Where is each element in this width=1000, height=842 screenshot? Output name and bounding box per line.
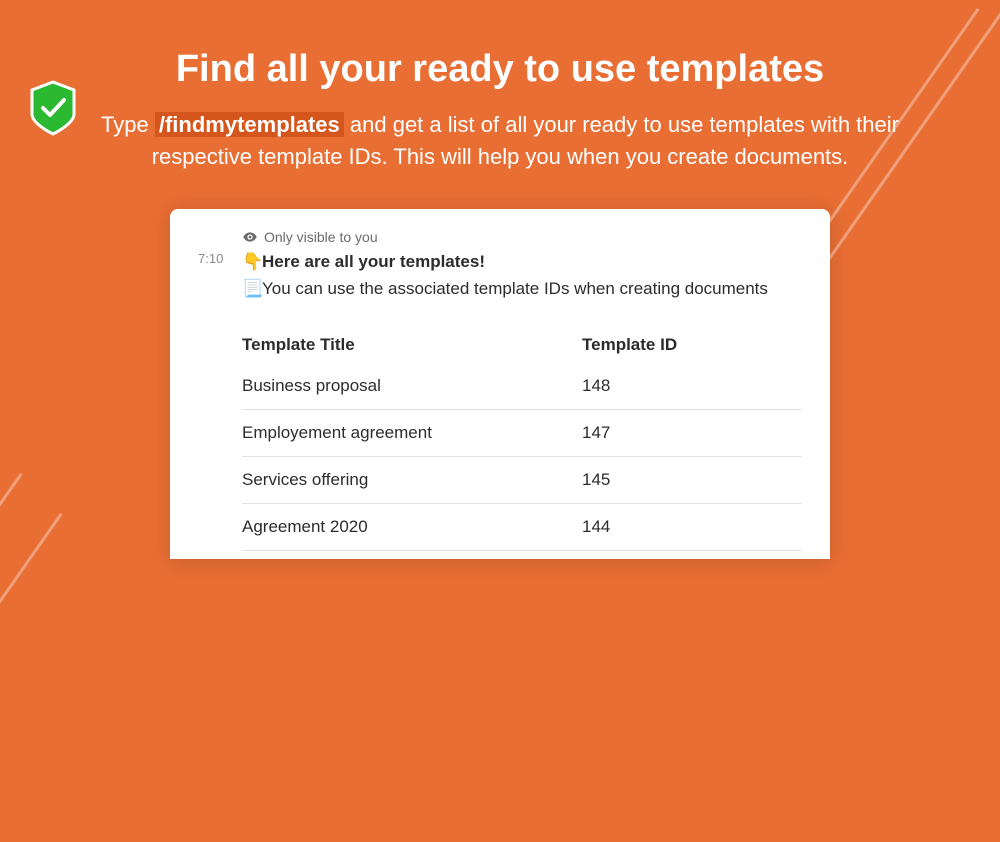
table-header-row: Template Title Template ID: [242, 322, 802, 363]
header-template-title: Template Title: [242, 335, 582, 355]
page-title: Find all your ready to use templates: [0, 48, 1000, 91]
shield-icon: [28, 80, 78, 141]
visibility-text: Only visible to you: [264, 229, 378, 245]
cell-template-title: Agreement 2020: [242, 517, 582, 537]
table-row: Business proposal 148: [242, 363, 802, 410]
message-row: 7:10 👇Here are all your templates! 📃You …: [198, 249, 802, 302]
message-line-2: 📃You can use the associated template IDs…: [242, 276, 802, 302]
message-body: 👇Here are all your templates! 📃You can u…: [242, 249, 802, 302]
cell-template-title: Services offering: [242, 470, 582, 490]
header-template-id: Template ID: [582, 335, 802, 355]
message-line-2-text: You can use the associated template IDs …: [262, 279, 768, 298]
message-line-1-text: Here are all your templates!: [262, 252, 485, 271]
slack-message-panel: Only visible to you 7:10 👇Here are all y…: [170, 209, 830, 559]
page-subtitle: Type /findmytemplates and get a list of …: [60, 109, 940, 173]
timestamp: 7:10: [198, 249, 242, 266]
templates-table: Template Title Template ID Business prop…: [242, 322, 802, 551]
cell-template-id: 145: [582, 470, 802, 490]
cell-template-id: 144: [582, 517, 802, 537]
table-row: Employement agreement 147: [242, 410, 802, 457]
table-row: Agreement 2020 144: [242, 504, 802, 551]
page-icon: 📃: [242, 276, 262, 302]
cell-template-title: Employement agreement: [242, 423, 582, 443]
message-line-1: 👇Here are all your templates!: [242, 249, 802, 275]
visibility-notice: Only visible to you: [242, 229, 802, 245]
cell-template-id: 148: [582, 376, 802, 396]
decorative-line: [0, 513, 62, 842]
subtitle-pre: Type: [101, 112, 155, 137]
decorative-line: [0, 473, 22, 802]
command-highlight: /findmytemplates: [155, 112, 344, 137]
point-down-icon: 👇: [242, 249, 262, 275]
cell-template-title: Business proposal: [242, 376, 582, 396]
eye-icon: [242, 229, 258, 245]
cell-template-id: 147: [582, 423, 802, 443]
table-row: Services offering 145: [242, 457, 802, 504]
